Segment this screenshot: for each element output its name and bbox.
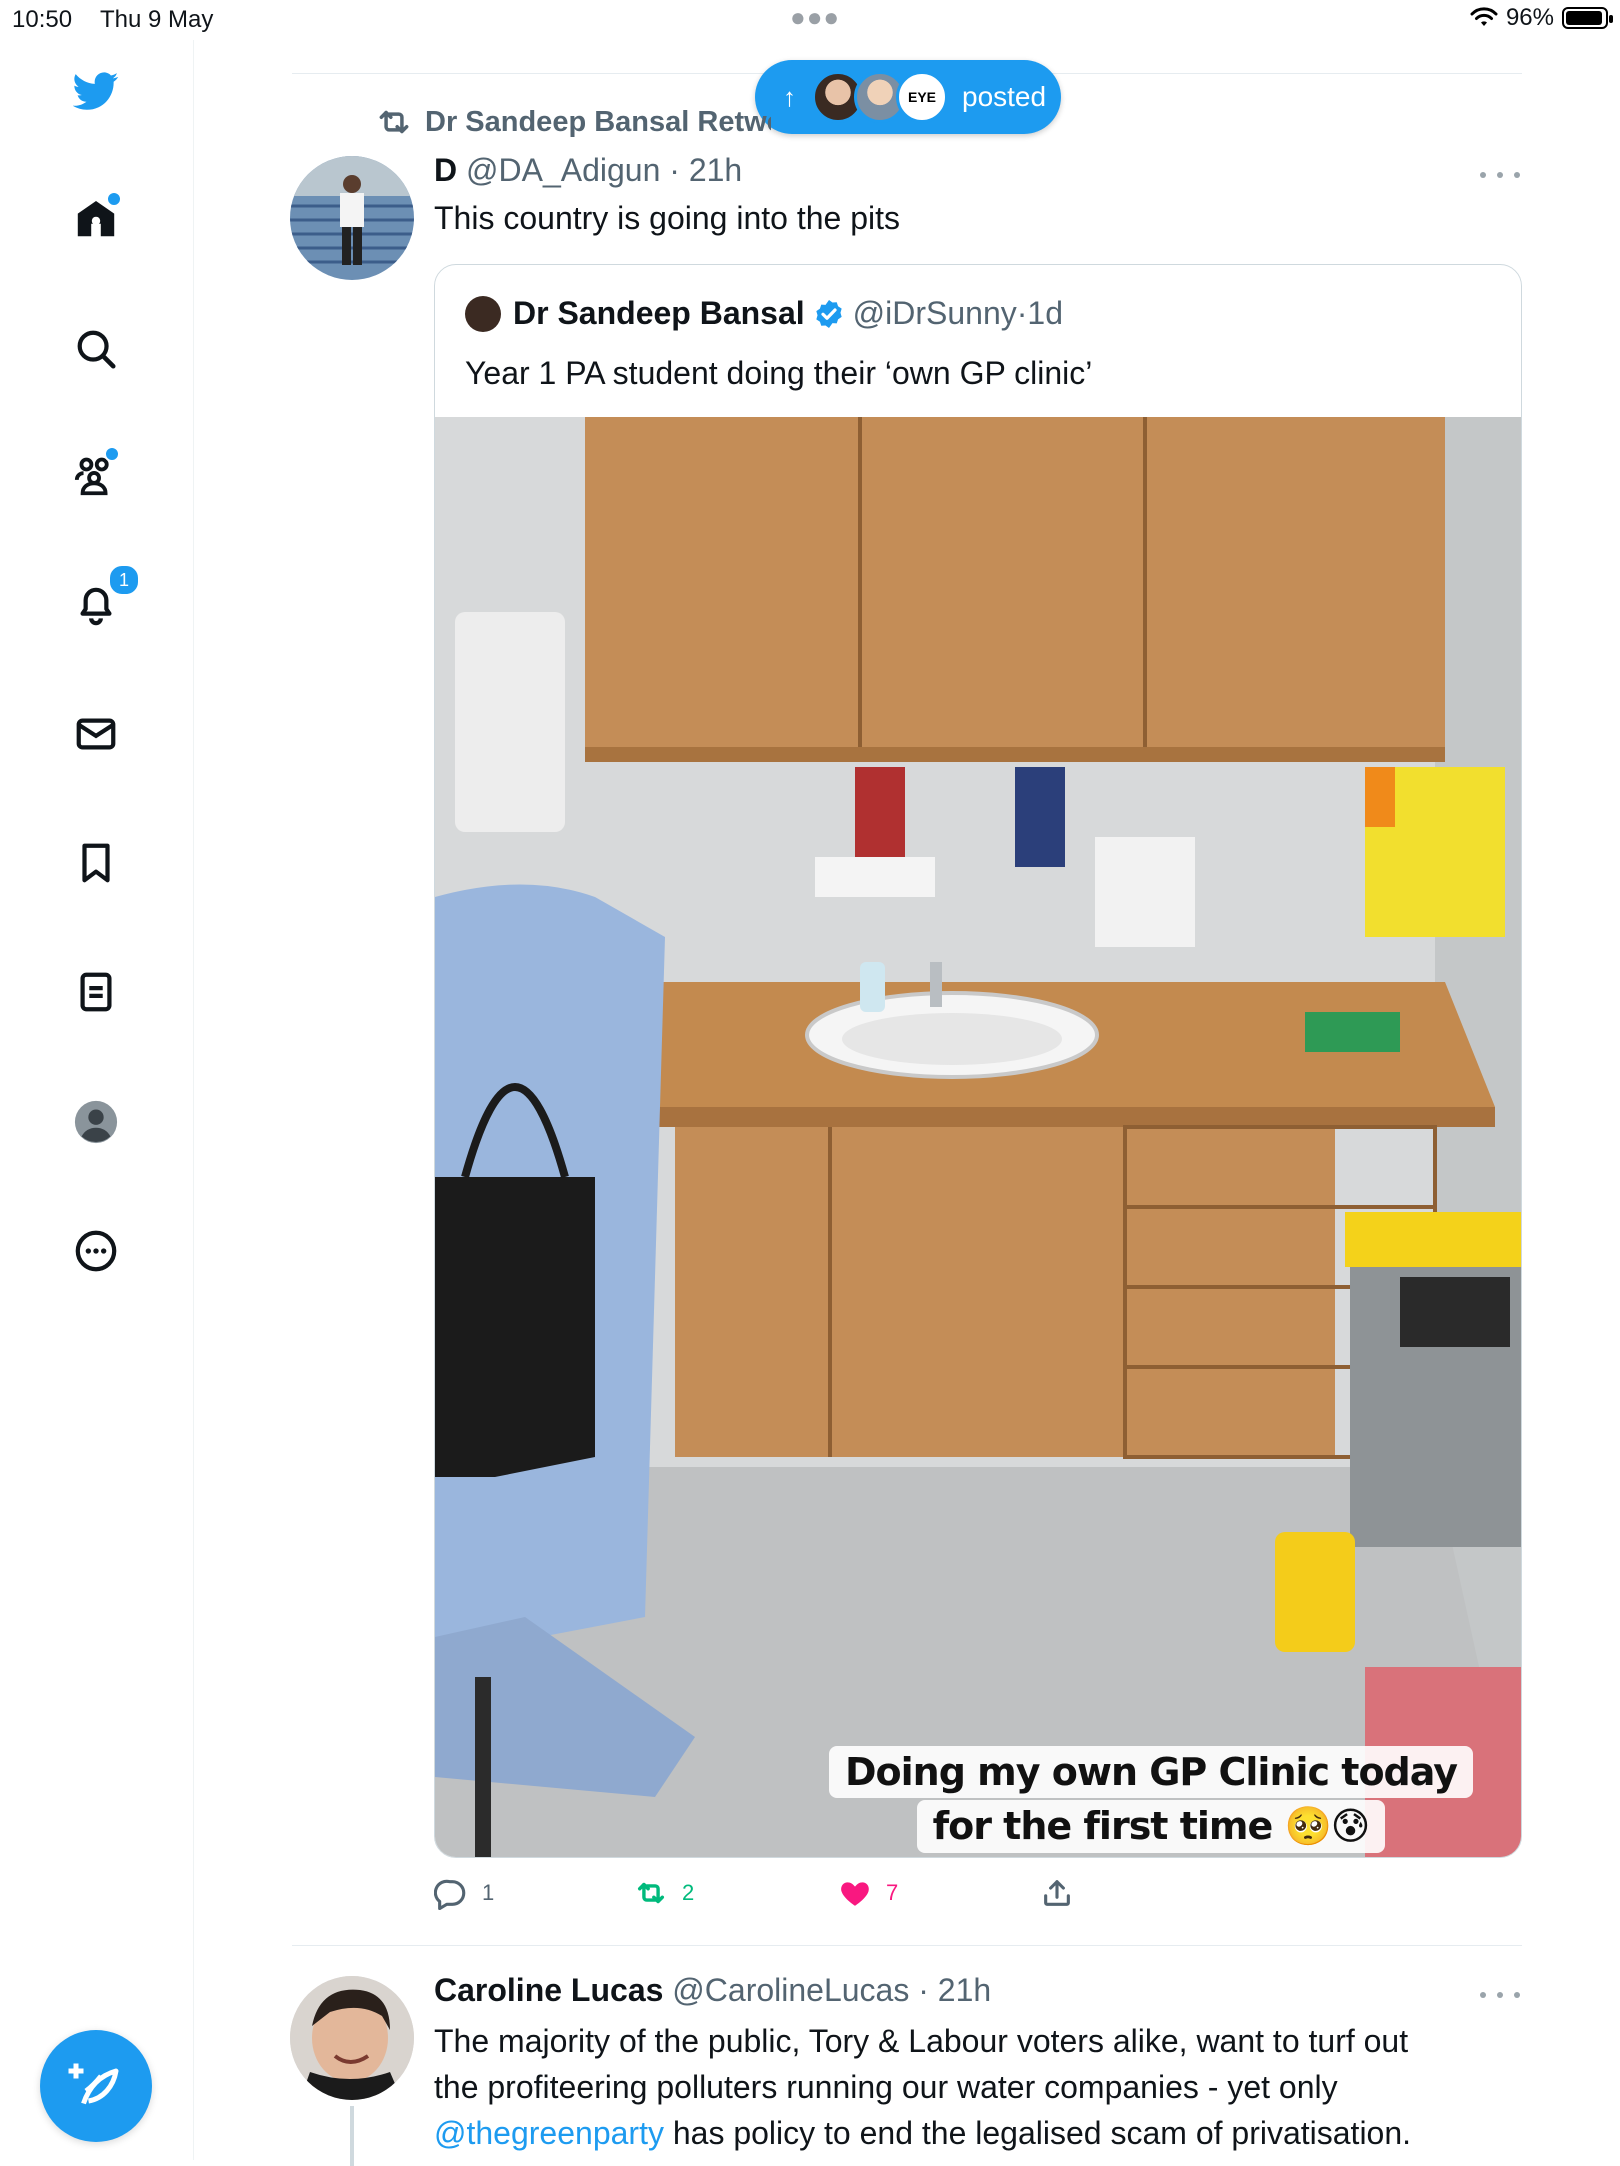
battery-fill xyxy=(1566,11,1603,25)
sidebar: 1 xyxy=(0,40,194,2160)
quoted-tweet-header: Dr Sandeep Bansal @iDrSunny · 1d xyxy=(465,295,1063,332)
video-caption: Doing my own GP Clinic today for the fir… xyxy=(828,1746,1473,1853)
tweet-author-name[interactable]: D xyxy=(434,152,457,188)
sidebar-item-notifications[interactable]: 1 xyxy=(70,564,140,630)
bookmark-icon xyxy=(82,843,110,883)
tweet-text: The majority of the public, Tory & Labou… xyxy=(434,2018,1524,2156)
quoted-author-avatar xyxy=(465,295,501,332)
arrow-up-icon: ↑ xyxy=(783,81,796,112)
profile-avatar-icon xyxy=(74,1100,118,1144)
tweet-author-name[interactable]: Caroline Lucas xyxy=(434,1972,663,2008)
like-count: 7 xyxy=(886,1880,899,1905)
twitter-logo-icon[interactable] xyxy=(70,65,122,117)
reply-button[interactable]: 1 xyxy=(434,1876,494,1910)
sidebar-item-bookmarks[interactable] xyxy=(70,837,122,889)
caption-line-1: Doing my own GP Clinic today xyxy=(828,1746,1473,1798)
compose-tweet-button[interactable] xyxy=(40,2030,152,2142)
envelope-icon xyxy=(76,718,116,750)
retweet-button[interactable]: 2 xyxy=(634,1876,694,1910)
like-button[interactable]: 7 xyxy=(838,1876,898,1910)
quoted-author-name: Dr Sandeep Bansal xyxy=(513,295,805,331)
feather-plus-icon xyxy=(68,2063,119,2105)
tweet-author-avatar[interactable] xyxy=(290,1976,414,2100)
quoted-tweet-image[interactable]: Doing my own GP Clinic today for the fir… xyxy=(435,417,1521,1857)
mention-link[interactable]: @thegreenparty xyxy=(434,2115,664,2151)
heart-filled-icon xyxy=(841,1882,869,1906)
status-date: Thu 9 May xyxy=(100,6,214,33)
tweet-actions: 1 2 7 xyxy=(434,1876,1094,1916)
battery-percent: 96% xyxy=(1505,4,1554,31)
status-time: 10:50 xyxy=(12,6,73,33)
pill-avatar: EYE xyxy=(896,71,948,123)
tweet-author-handle[interactable]: @DA_Adigun xyxy=(466,152,660,188)
caption-line-2: for the first time 🥺😰 xyxy=(916,1800,1386,1853)
tweet-header: Caroline Lucas @CarolineLucas · 21h xyxy=(434,1972,992,2008)
tweet-author-handle[interactable]: @CarolineLucas xyxy=(672,1972,909,2008)
tweet-more-icon[interactable] xyxy=(1480,172,1520,178)
tweet-text: This country is going into the pits xyxy=(434,200,901,236)
thread-line xyxy=(350,2106,354,2166)
quoted-author-handle: @iDrSunny xyxy=(852,295,1017,331)
clinic-room-photo xyxy=(435,417,1521,1857)
retweeted-by: Dr Sandeep Bansal Retweeted xyxy=(425,105,771,138)
tweet-header: D @DA_Adigun · 21h xyxy=(434,152,743,188)
reply-icon xyxy=(434,1879,466,1910)
retweet-count: 2 xyxy=(682,1880,695,1905)
multitasking-dots-icon[interactable]: ●●● xyxy=(790,2,840,33)
tweet-text-line: the profiteering polluters running our w… xyxy=(434,2069,1338,2105)
list-icon xyxy=(80,972,112,1012)
tweet-author-avatar[interactable] xyxy=(290,156,414,280)
more-circle-icon xyxy=(75,1230,117,1272)
retweet-context[interactable]: Dr Sandeep Bansal Retweeted xyxy=(375,103,771,141)
search-icon xyxy=(77,330,116,369)
share-button[interactable] xyxy=(1040,1876,1074,1910)
status-bar: 10:50 Thu 9 May ●●● 96% xyxy=(0,0,1620,40)
sidebar-item-communities[interactable] xyxy=(70,446,122,502)
tweet-more-icon[interactable] xyxy=(1480,1992,1520,1998)
battery-icon xyxy=(1562,7,1613,29)
quoted-tweet[interactable]: Dr Sandeep Bansal @iDrSunny · 1d Year 1 … xyxy=(434,264,1522,1858)
reply-count: 1 xyxy=(482,1880,495,1905)
tweet-text-line: The majority of the public, Tory & Labou… xyxy=(434,2023,1409,2059)
pill-avatars: EYE xyxy=(812,71,948,123)
home-unread-dot xyxy=(106,191,122,207)
wifi-icon xyxy=(1470,7,1498,26)
tweet-time[interactable]: 21h xyxy=(938,1972,991,2008)
sidebar-item-messages[interactable] xyxy=(70,708,122,760)
sidebar-item-home[interactable] xyxy=(70,191,122,245)
new-posts-pill[interactable]: ↑ EYE posted xyxy=(755,60,1061,134)
sidebar-item-lists[interactable] xyxy=(70,966,122,1018)
notifications-badge: 1 xyxy=(108,564,140,596)
quoted-tweet-text: Year 1 PA student doing their ‘own GP cl… xyxy=(465,355,1093,391)
sidebar-item-explore[interactable] xyxy=(70,323,122,375)
quoted-tweet-time: 1d xyxy=(1027,295,1063,331)
sidebar-item-profile[interactable] xyxy=(70,1096,122,1148)
communities-unread-dot xyxy=(104,446,120,462)
tweet-text-line: has policy to end the legalised scam of … xyxy=(663,2115,1412,2151)
pill-label: posted xyxy=(962,81,1047,112)
sidebar-item-more[interactable] xyxy=(70,1225,122,1277)
tweet-time[interactable]: 21h xyxy=(689,152,742,188)
retweet-icon xyxy=(379,110,409,134)
verified-badge-icon xyxy=(815,299,842,328)
retweet-icon xyxy=(637,1882,665,1904)
status-right: 96% xyxy=(1470,4,1613,32)
tweet-divider xyxy=(292,1945,1522,1946)
share-icon xyxy=(1044,1880,1070,1906)
